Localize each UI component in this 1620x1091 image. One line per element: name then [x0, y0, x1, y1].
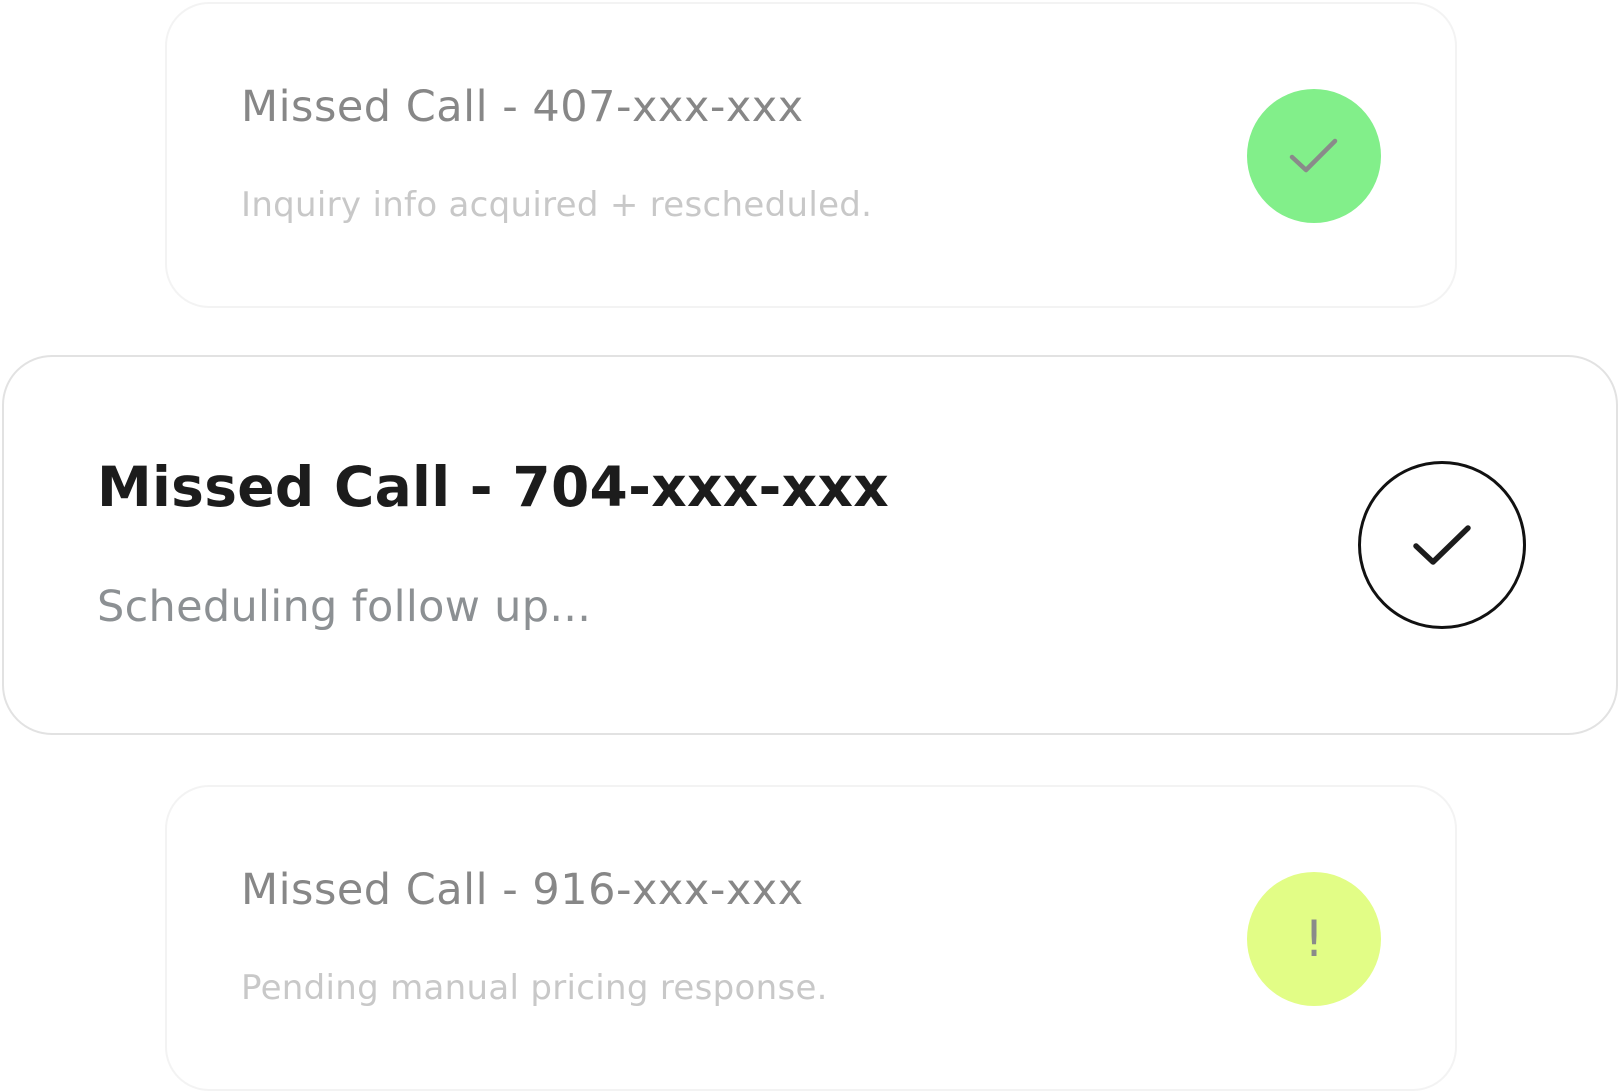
call-card-407[interactable]: Missed Call - 407-xxx-xxx Inquiry info a…: [165, 2, 1457, 308]
call-card-916[interactable]: Missed Call - 916-xxx-xxx Pending manual…: [165, 785, 1457, 1091]
status-badge-in-progress: [1358, 461, 1526, 629]
status-badge-pending: !: [1247, 872, 1381, 1006]
check-icon: [1413, 525, 1471, 565]
call-status-text: Pending manual pricing response.: [241, 968, 828, 1008]
call-title: Missed Call - 407-xxx-xxx: [241, 82, 804, 132]
check-icon: [1289, 138, 1338, 173]
call-title: Missed Call - 704-xxx-xxx: [97, 455, 890, 519]
call-title: Missed Call - 916-xxx-xxx: [241, 865, 804, 915]
call-card-704[interactable]: Missed Call - 704-xxx-xxx Scheduling fol…: [2, 355, 1618, 735]
call-status-text: Scheduling follow up...: [97, 582, 592, 632]
alert-icon: !: [1303, 910, 1325, 968]
status-badge-complete: [1247, 89, 1381, 223]
call-status-text: Inquiry info acquired + rescheduled.: [241, 185, 873, 225]
